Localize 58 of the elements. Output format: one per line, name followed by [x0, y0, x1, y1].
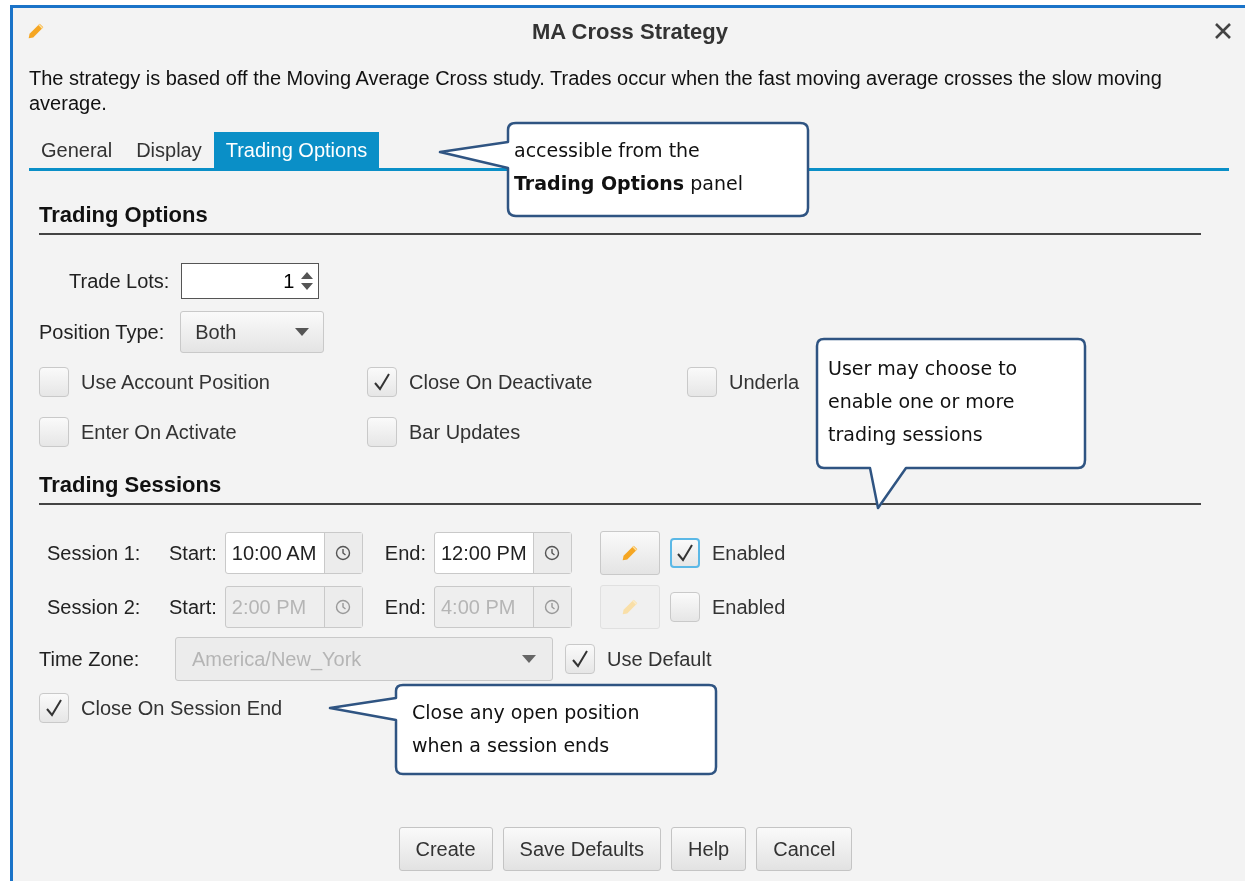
field-label: Trade Lots: [69, 269, 170, 294]
checkbox-label: Enabled [711, 541, 786, 566]
close-icon[interactable] [1213, 21, 1233, 41]
checkmark-icon [372, 372, 392, 392]
checkbox-label: Underla [729, 370, 800, 395]
caret-icon [522, 655, 536, 663]
checkbox[interactable] [367, 367, 397, 397]
checkmark-icon [674, 543, 695, 563]
section-heading: Trading Sessions [39, 471, 222, 499]
session-label: Session 2: [47, 595, 142, 620]
checkbox[interactable] [565, 644, 595, 674]
dialog-button[interactable]: Save Defaults [502, 827, 662, 871]
callout-text: accessible from the Trading Options panel [514, 138, 744, 196]
session-label: Session 1: [47, 541, 142, 566]
checkbox-label: Use Default [607, 647, 712, 672]
field-label: Time Zone: [39, 647, 141, 672]
checkbox-label: Use Account Position [81, 370, 270, 395]
time-field[interactable]: 12:00 PM [433, 532, 572, 574]
section-heading: Trading Options [39, 201, 208, 229]
edit-button[interactable] [599, 585, 660, 629]
checkbox-label: Close On Session End [81, 696, 283, 721]
window-title: MA Cross Strategy [531, 17, 729, 46]
checkbox-label: Bar Updates [409, 420, 521, 445]
checkbox[interactable] [367, 417, 397, 447]
tab[interactable]: Trading Options [213, 132, 380, 168]
checkbox-label: Enter On Activate [81, 420, 237, 445]
time-field[interactable]: 10:00 AM [224, 532, 363, 574]
description-text: The strategy is based off the Moving Average Cross study. Trades occur when the fast moving average crosses the slow moving average. [28, 66, 1163, 116]
checkbox[interactable] [39, 693, 69, 723]
checkbox-label: Close On Deactivate [409, 370, 593, 395]
field-label: End: [384, 595, 426, 620]
tab[interactable]: General [29, 132, 125, 168]
clock-icon [335, 599, 352, 615]
checkbox[interactable] [39, 367, 69, 397]
checkbox[interactable] [687, 367, 717, 397]
spinner-arrows-icon [300, 270, 315, 292]
clock-icon [544, 545, 561, 561]
checkbox-label: Enabled [711, 595, 786, 620]
clock-icon [544, 599, 561, 615]
field-label: Start: [169, 541, 217, 566]
field-label: Position Type: [39, 320, 165, 345]
clock-icon [335, 545, 352, 561]
checkbox[interactable] [669, 538, 700, 568]
caret-icon [295, 328, 310, 336]
number-spinner[interactable]: 1 [181, 263, 320, 299]
field-label: Start: [169, 595, 217, 620]
checkbox[interactable] [39, 417, 69, 447]
checkmark-icon [570, 649, 590, 669]
dialog-button[interactable]: Cancel [756, 827, 853, 871]
tab[interactable]: Display [124, 132, 214, 168]
checkmark-icon [44, 698, 64, 718]
field-label: End: [384, 541, 426, 566]
dialog-button[interactable]: Help [671, 827, 747, 871]
position-type-dropdown[interactable]: Both [180, 311, 325, 353]
callout-text: User may choose to enable one or more trading sessions [828, 356, 1019, 447]
callout-text: Close any open position when a session ends [412, 700, 641, 758]
edit-button[interactable] [599, 531, 660, 575]
dialog-button[interactable]: Create [398, 827, 493, 871]
